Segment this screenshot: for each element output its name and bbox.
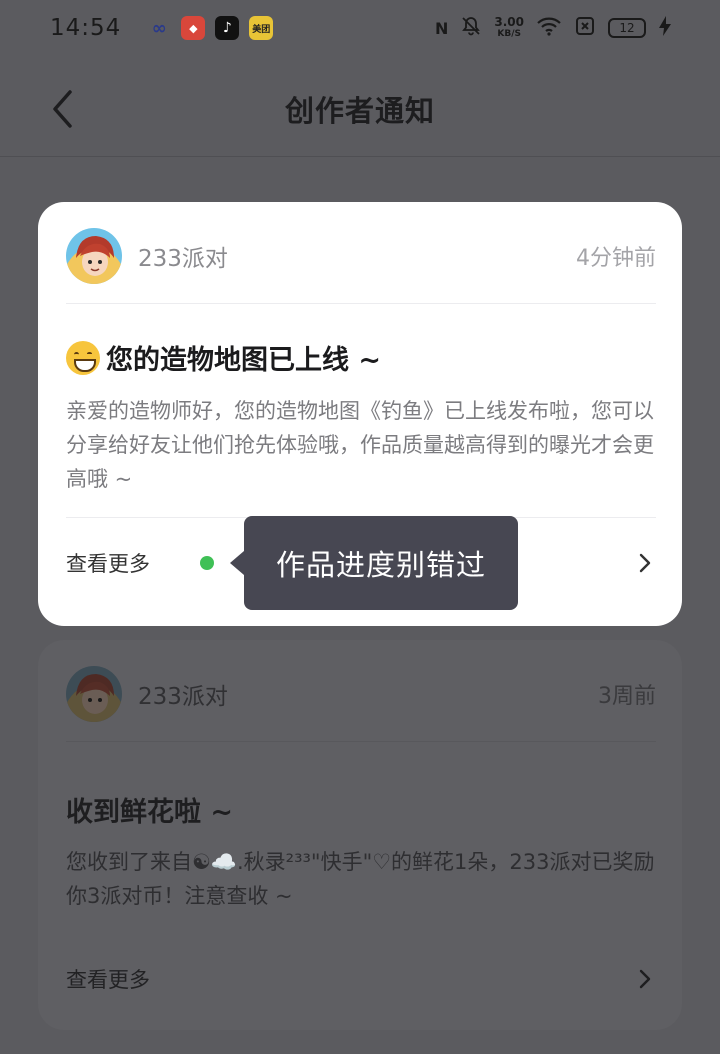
net-speed-unit: KB/S <box>497 29 521 39</box>
battery-indicator: 12 <box>608 18 646 38</box>
page-title: 创作者通知 <box>284 94 435 128</box>
card-header: 233派对 3周前 <box>66 664 656 724</box>
status-app-icons: ∞ ◆ ♪ 美团 <box>147 16 274 40</box>
notification-time: 4分钟前 <box>576 246 656 271</box>
avatar <box>66 666 122 722</box>
notification-body: 亲爱的造物师好，您的造物地图《钓鱼》已上线发布啦，您可以分享给好友让他们抢先体验… <box>66 399 654 491</box>
tiktok-icon: ♪ <box>215 16 240 40</box>
card-divider <box>66 741 656 742</box>
notification-body: 您收到了来自☯☁️.秋录²³³"快手"♡的鲜花1朵，233派对已奖励你3派对币！… <box>66 850 655 908</box>
avatar <box>66 228 122 284</box>
wifi-icon <box>536 16 562 40</box>
notification-source: 233派对 <box>138 684 228 710</box>
tooltip-arrow <box>230 551 244 575</box>
game-app-icon: ◆ <box>181 16 206 40</box>
net-speed-value: 3.00 <box>494 15 524 29</box>
nfc-icon: N <box>435 18 449 38</box>
view-more-label: 查看更多 <box>66 968 150 992</box>
view-more-label: 查看更多 <box>66 552 150 576</box>
notification-source: 233派对 <box>138 246 228 272</box>
view-more-row[interactable]: 查看更多 <box>66 956 652 1002</box>
notification-title-text: 您的造物地图已上线 ~ <box>106 345 382 376</box>
header-divider <box>0 156 720 157</box>
status-time: 14:54 <box>50 15 122 41</box>
card-divider <box>66 303 656 304</box>
meituan-icon: 美团 <box>249 16 274 40</box>
status-bar: 14:54 ∞ ◆ ♪ 美团 N 3.00 KB/S 12 <box>0 0 720 56</box>
notification-time: 3周前 <box>598 684 656 709</box>
notification-title: 收到鲜花啦 ~ <box>66 797 234 828</box>
notification-card[interactable]: 233派对 3周前 收到鲜花啦 ~ 您收到了来自☯☁️.秋录²³³"快手"♡的鲜… <box>38 640 682 1030</box>
chevron-right-icon <box>638 968 652 990</box>
guide-tooltip[interactable]: 作品进度别错过 <box>244 516 518 610</box>
card-header: 233派对 4分钟前 <box>66 226 656 286</box>
chevron-right-icon <box>638 552 652 574</box>
mute-icon <box>460 15 482 41</box>
status-indicators: N 3.00 KB/S 12 <box>435 15 672 41</box>
unread-dot <box>200 556 214 570</box>
notification-title: 您的造物地图已上线 ~ <box>66 338 656 377</box>
page-header: 创作者通知 <box>0 64 720 154</box>
network-speed: 3.00 KB/S <box>494 16 524 40</box>
baidu-netdisk-icon: ∞ <box>151 17 167 39</box>
no-sim-icon <box>574 15 596 41</box>
grinning-face-icon <box>66 340 100 375</box>
charging-icon <box>658 15 672 41</box>
